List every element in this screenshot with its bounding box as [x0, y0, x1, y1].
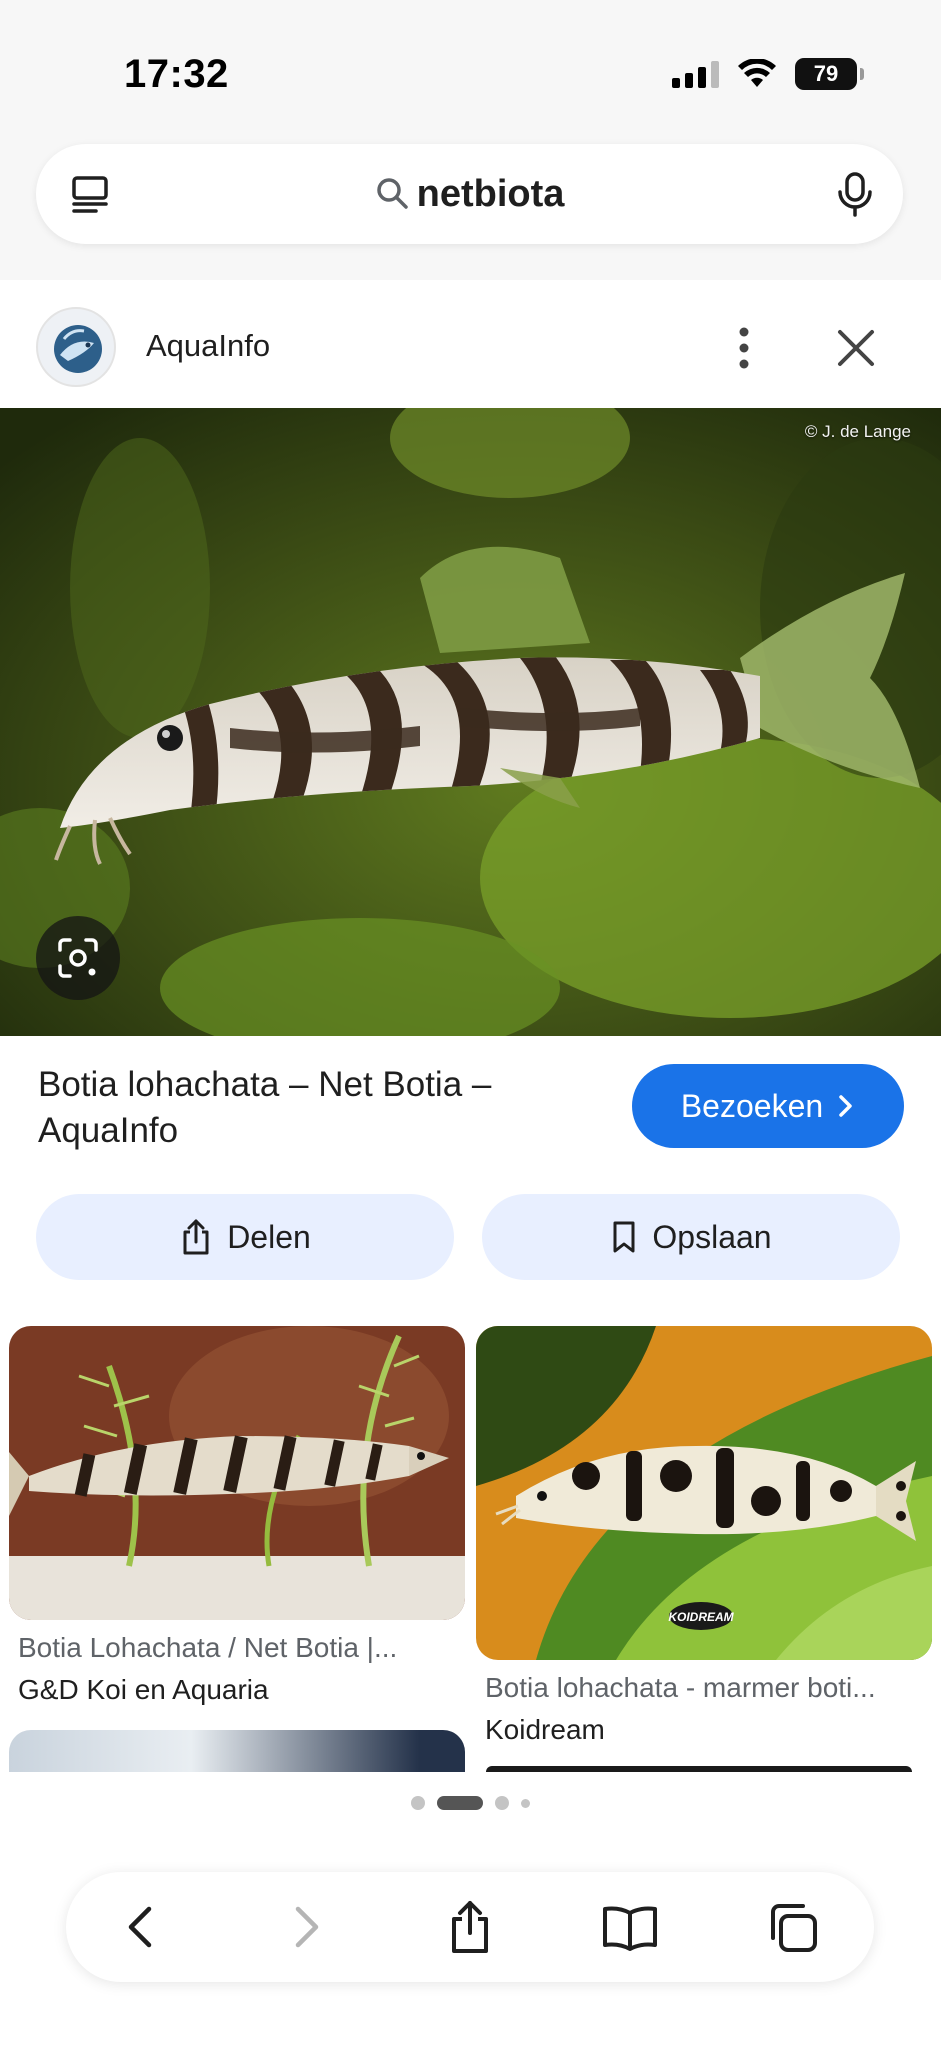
- source-row: AquaInfo: [0, 280, 941, 408]
- signal-icon: [672, 60, 719, 88]
- status-icons: 79: [672, 58, 864, 90]
- share-button[interactable]: Delen: [36, 1194, 454, 1280]
- search-query[interactable]: netbiota: [417, 173, 565, 216]
- back-button[interactable]: [111, 1897, 171, 1957]
- related-title[interactable]: Botia lohachata - marmer boti...: [485, 1672, 925, 1704]
- share-label: Delen: [227, 1218, 311, 1255]
- related-card-partial[interactable]: [486, 1766, 912, 1772]
- save-label: Opslaan: [652, 1218, 772, 1255]
- battery-level: 79: [813, 61, 839, 86]
- google-lens-icon: [58, 938, 98, 978]
- bookmarks-button[interactable]: [600, 1897, 660, 1957]
- related-source[interactable]: Koidream: [485, 1714, 605, 1746]
- share-page-button[interactable]: [440, 1897, 500, 1957]
- status-time: 17:32: [124, 52, 229, 96]
- bookmark-icon: [613, 1221, 635, 1253]
- google-lens-button[interactable]: [36, 916, 120, 1000]
- result-title[interactable]: Botia lohachata – Net Botia – AquaInfo: [38, 1062, 598, 1154]
- bookmarks-icon: [603, 1906, 657, 1951]
- page-dot[interactable]: [495, 1796, 509, 1810]
- battery-icon: 79: [795, 58, 864, 90]
- watermark-logo: KOIDREAM: [668, 1610, 734, 1624]
- visit-label: Bezoeken: [680, 1087, 824, 1124]
- visit-button[interactable]: Bezoeken: [632, 1064, 904, 1148]
- related-image[interactable]: [9, 1326, 465, 1620]
- page-dot-active[interactable]: [437, 1796, 483, 1810]
- page-indicator: [0, 1796, 941, 1810]
- related-card[interactable]: Botia Lohachata / Net Botia |... G&D Koi…: [9, 1326, 465, 1716]
- share-icon: [183, 1219, 209, 1255]
- search-bar[interactable]: netbiota: [36, 144, 903, 244]
- back-icon: [128, 1906, 152, 1948]
- related-image[interactable]: KOIDREAM: [476, 1326, 932, 1660]
- related-card-partial[interactable]: [9, 1730, 465, 1772]
- more-options-icon[interactable]: [728, 326, 760, 370]
- search-icon: [376, 178, 408, 209]
- bottom-toolbar: [66, 1872, 874, 1982]
- chevron-right-icon: [839, 1095, 852, 1117]
- image-credit: © J. de Lange: [804, 422, 911, 441]
- related-card[interactable]: KOIDREAM Botia lohachata - marmer boti..…: [476, 1326, 932, 1756]
- fish-photo: [0, 408, 941, 1036]
- forward-icon: [295, 1906, 319, 1948]
- page-dot[interactable]: [521, 1798, 530, 1808]
- tabs-overview-button[interactable]: [762, 1897, 822, 1957]
- page-dot[interactable]: [411, 1796, 425, 1810]
- share-icon: [452, 1901, 488, 1953]
- related-title[interactable]: Botia Lohachata / Net Botia |...: [18, 1632, 458, 1664]
- search-field[interactable]: netbiota: [36, 144, 903, 244]
- search-area: netbiota: [0, 140, 941, 280]
- status-bar: 17:32 79: [0, 0, 941, 140]
- hero-image[interactable]: © J. de Lange: [0, 408, 941, 1036]
- save-button[interactable]: Opslaan: [482, 1194, 900, 1280]
- mic-icon[interactable]: [831, 170, 879, 218]
- source-name[interactable]: AquaInfo: [146, 328, 270, 364]
- tabs-overview-icon: [771, 1904, 817, 1952]
- site-logo[interactable]: [36, 307, 116, 387]
- forward-button[interactable]: [276, 1897, 336, 1957]
- wifi-icon: [738, 59, 776, 87]
- close-icon[interactable]: [834, 326, 878, 370]
- related-source[interactable]: G&D Koi en Aquaria: [18, 1674, 269, 1706]
